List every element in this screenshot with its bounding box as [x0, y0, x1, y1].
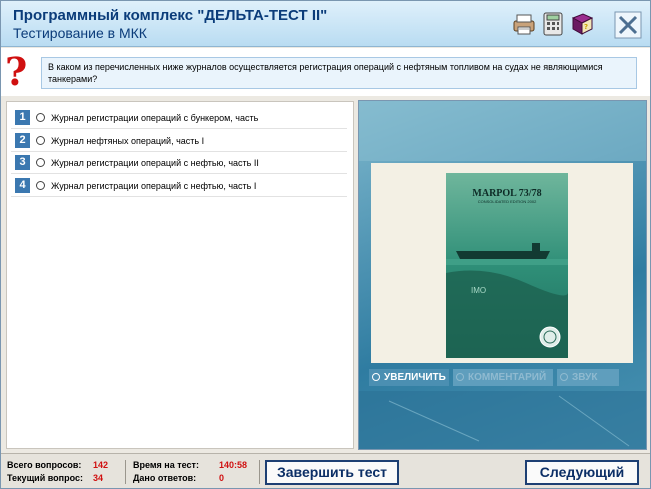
answer-number: 3	[15, 155, 30, 170]
question-bar: ? В каком из перечисленных ниже журналов…	[1, 48, 650, 96]
sound-button-label: ЗВУК	[572, 372, 598, 383]
book-logo-text: IMO	[471, 286, 487, 295]
answer-text: Журнал регистрации операций с бункером, …	[51, 113, 259, 123]
test-time-label: Время на тест:	[133, 460, 199, 470]
next-question-button[interactable]: Следующий	[525, 460, 639, 485]
printer-icon[interactable]	[511, 12, 537, 36]
test-time-value: 140:58	[219, 460, 248, 470]
book-subtitle: CONSOLIDATED EDITION 2002	[477, 199, 537, 204]
question-mark-icon: ?	[5, 49, 28, 94]
answer-text: Журнал нефтяных операций, часть I	[51, 136, 205, 146]
answer-text: Журнал регистрации операций с нефтью, ча…	[51, 158, 259, 168]
finish-test-button[interactable]: Завершить тест	[265, 460, 399, 485]
answer-radio[interactable]	[36, 136, 45, 145]
divider	[125, 460, 126, 484]
close-icon[interactable]	[614, 11, 642, 39]
image-frame: MARPOL 73/78 CONSOLIDATED EDITION 2002 I…	[371, 163, 633, 363]
magnifier-icon	[372, 373, 380, 381]
answer-radio[interactable]	[36, 113, 45, 122]
sound-button[interactable]: ЗВУК	[557, 369, 619, 386]
answer-option-4[interactable]: 4 Журнал регистрации операций с нефтью, …	[11, 177, 347, 197]
answers-given-label: Дано ответов:	[133, 473, 197, 483]
illustration-panel: MARPOL 73/78 CONSOLIDATED EDITION 2002 I…	[358, 100, 647, 450]
answer-text: Журнал регистрации операций с нефтью, ча…	[51, 181, 257, 191]
current-question-label: Текущий вопрос:	[7, 473, 83, 483]
zoom-button-label: УВЕЛИЧИТЬ	[384, 372, 446, 383]
question-text: В каком из перечисленных ниже журналов о…	[41, 57, 637, 89]
total-questions-value: 142	[93, 460, 109, 470]
magnifier-icon	[456, 373, 464, 381]
status-footer: Всего вопросов: 142 Текущий вопрос: 34 В…	[1, 453, 650, 488]
answer-number: 2	[15, 133, 30, 148]
header-bar: Программный комплекс "ДЕЛЬТА-ТЕСТ II" Те…	[1, 1, 650, 47]
app-window: Программный комплекс "ДЕЛЬТА-ТЕСТ II" Те…	[0, 0, 651, 489]
app-title: Программный комплекс "ДЕЛЬТА-ТЕСТ II"	[13, 7, 328, 24]
current-question-value: 34	[93, 473, 104, 483]
answer-option-3[interactable]: 3 Журнал регистрации операций с нефтью, …	[11, 154, 347, 174]
svg-text:?: ?	[584, 23, 588, 31]
total-questions-label: Всего вопросов:	[7, 460, 82, 470]
answers-given-value: 0	[219, 473, 225, 483]
book-title: MARPOL 73/78	[472, 188, 542, 199]
comment-button-label: КОММЕНТАРИЙ	[468, 372, 547, 383]
magnifier-icon	[560, 373, 568, 381]
answer-number: 1	[15, 110, 30, 125]
comment-button[interactable]: КОММЕНТАРИЙ	[453, 369, 553, 386]
answer-radio[interactable]	[36, 158, 45, 167]
zoom-button[interactable]: УВЕЛИЧИТЬ	[369, 369, 449, 386]
answer-radio[interactable]	[36, 181, 45, 190]
book-icon[interactable]: ?	[569, 12, 595, 36]
answer-number: 4	[15, 178, 30, 193]
answers-list: 1 Журнал регистрации операций с бункером…	[6, 101, 354, 449]
divider	[259, 460, 260, 484]
answer-option-1[interactable]: 1 Журнал регистрации операций с бункером…	[11, 109, 347, 129]
app-subtitle: Тестирование в МКК	[13, 25, 147, 41]
calculator-icon[interactable]	[540, 12, 566, 36]
answer-option-2[interactable]: 2 Журнал нефтяных операций, часть I	[11, 132, 347, 152]
